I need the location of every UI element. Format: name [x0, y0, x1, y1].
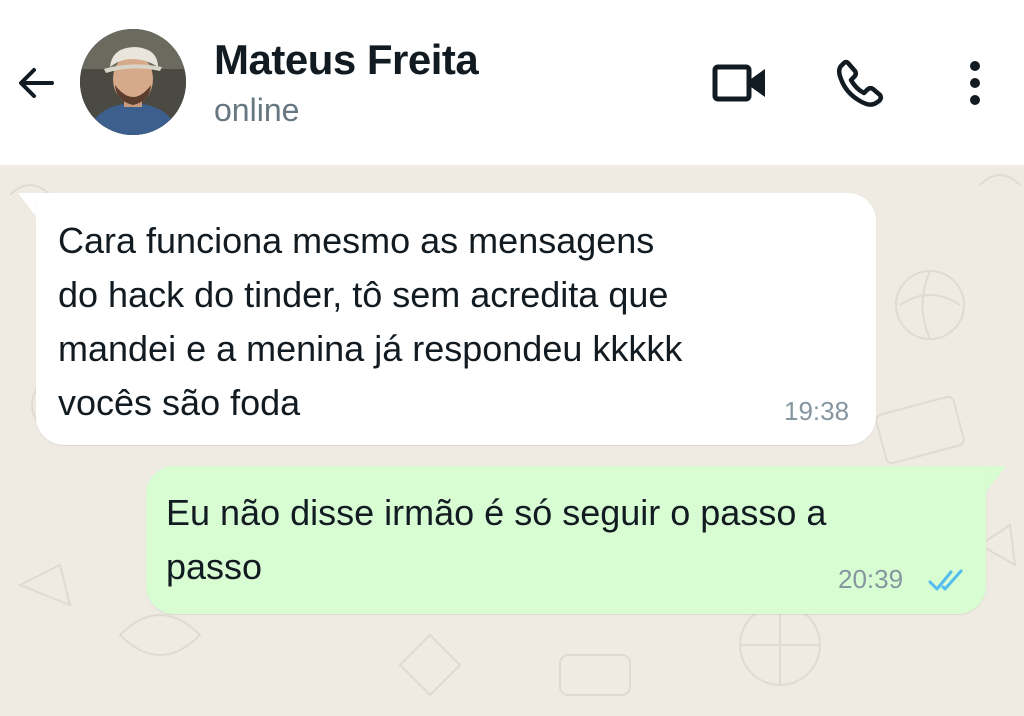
message-line: vocês são foda	[58, 382, 301, 423]
video-camera-icon	[712, 64, 765, 102]
outgoing-message-time: 20:39	[838, 564, 904, 594]
message-line: passo	[166, 546, 263, 587]
video-call-button[interactable]	[700, 50, 780, 116]
contact-avatar[interactable]	[80, 29, 186, 135]
incoming-message-text: Cara funciona mesmo as mensagens do hack…	[58, 214, 682, 430]
contact-name[interactable]: Mateus Freita	[214, 36, 479, 84]
message-line: do hack do tinder, tô sem acredita que	[58, 274, 669, 315]
phone-icon	[837, 59, 884, 107]
avatar-photo	[80, 29, 186, 135]
voice-call-button[interactable]	[820, 50, 900, 116]
back-button[interactable]	[8, 55, 64, 111]
outgoing-bubble-tail	[986, 466, 1006, 492]
arrow-left-icon	[19, 68, 54, 98]
message-line: mandei e a menina já respondeu kkkkk	[58, 328, 683, 369]
incoming-message-time: 19:38	[784, 396, 850, 426]
message-line: Cara funciona mesmo as mensagens	[58, 220, 655, 261]
more-options-button[interactable]	[945, 50, 1005, 116]
more-vertical-icon	[970, 61, 980, 105]
outgoing-message-text: Eu não disse irmão é só seguir o passo a…	[166, 486, 826, 594]
chat-header: Mateus Freita online	[0, 0, 1024, 165]
double-check-read-icon	[928, 569, 963, 591]
incoming-bubble-tail	[18, 193, 38, 219]
contact-status: online	[214, 92, 300, 128]
message-line: Eu não disse irmão é só seguir o passo a	[166, 492, 827, 533]
